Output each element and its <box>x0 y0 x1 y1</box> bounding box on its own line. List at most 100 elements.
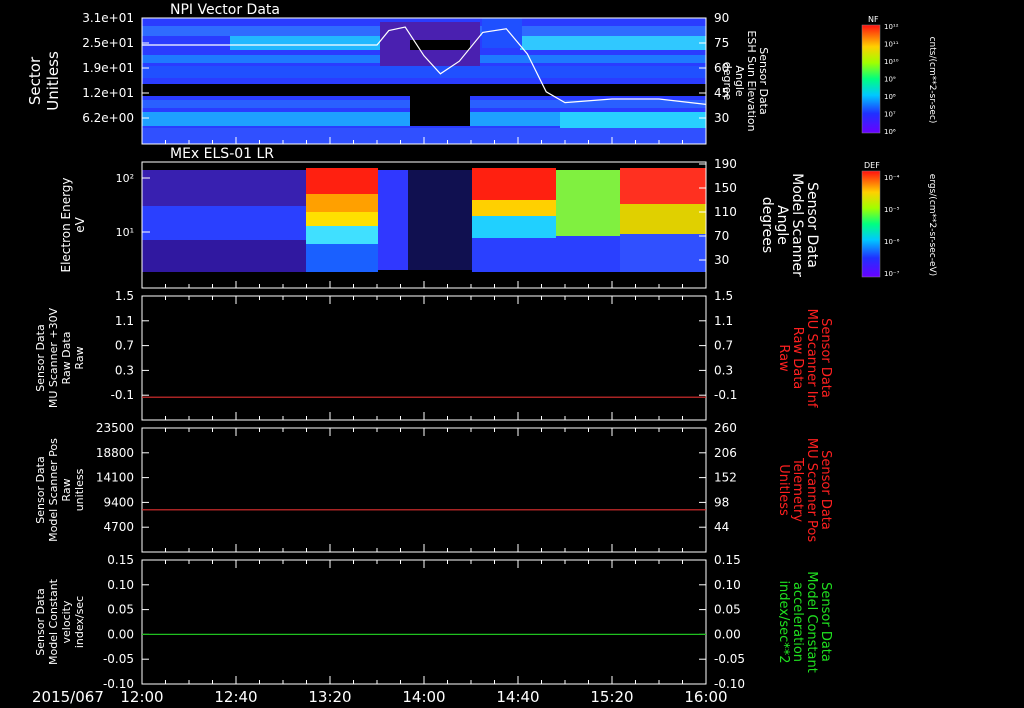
pos-ytick-left-1: 18800 <box>96 446 134 460</box>
time-tick-4: 14:40 <box>496 688 539 706</box>
pos-ytick-left-3: 9400 <box>103 495 134 509</box>
npi-title: NPI Vector Data <box>170 2 280 18</box>
npi-ytick-right-label-4: 30 <box>714 111 729 125</box>
mu_raw-ytick-left-2: 0.7 <box>115 339 134 353</box>
npi-colorbar-tick-label-0: 10¹² <box>884 23 899 31</box>
mu_raw-ytick-right-3: 0.3 <box>714 363 733 377</box>
els-ytick-left-1: 10¹ <box>116 226 134 239</box>
vel-ytick-left-1: 0.10 <box>107 578 134 592</box>
npi-colorbar-tick-label-6: 10⁶ <box>884 128 896 136</box>
vel-ylabel-left-0: Sensor Data <box>34 588 47 655</box>
els-ytick-left-0: 10² <box>116 172 134 185</box>
mu_raw-ytick-left-4: -0.1 <box>111 388 134 402</box>
pos-ylabel-right-1: MU Scanner Pos <box>804 438 819 543</box>
vel-ytick-left-0: 0.15 <box>107 553 134 567</box>
vel-ytick-right-1: 0.10 <box>714 578 741 592</box>
mu_raw-ytick-left-1: 1.1 <box>115 314 134 328</box>
els-ylabel-left-2: eV <box>73 216 87 232</box>
els-ylabel-right-3: Angle <box>774 205 790 245</box>
els-ytick-right-label-4: 30 <box>714 253 729 267</box>
vel-ytick-left-2: 0.05 <box>107 603 134 617</box>
npi-ytick-left-label-4: 6.2e+00 <box>82 111 134 125</box>
els-colorbar-tick-label-0: 10⁻⁴ <box>884 174 900 182</box>
els-colorbar-tick-label-1: 10⁻⁵ <box>884 206 900 214</box>
vel-ytick-right-2: 0.05 <box>714 603 741 617</box>
npi-ytick-right-label-1: 75 <box>714 36 729 50</box>
pos-ylabel-left-0: Sensor Data <box>34 456 47 523</box>
npi-ylabel-right-4: degree <box>721 62 734 101</box>
els-ytick-right-label-3: 70 <box>714 229 729 243</box>
els-colorbar-unit: ergs/(cm**2-sr-sec-eV) <box>927 174 937 276</box>
pos-ytick-right-3: 98 <box>714 495 729 509</box>
els-ylabel-right-1: Sensor Data <box>804 182 820 268</box>
els-ytick-right-label-0: 190 <box>714 157 737 171</box>
vel-ylabel-right-2: acceleration <box>790 582 805 662</box>
vel-ytick-right-3: 0.00 <box>714 627 741 641</box>
vel-ylabel-right-3: index/sec**2 <box>776 580 791 663</box>
time-tick-5: 15:20 <box>590 688 633 706</box>
vel-ytick-right-0: 0.15 <box>714 553 741 567</box>
pos-ylabel-left-3: unitless <box>73 468 86 511</box>
els-colorbar-tick-label-3: 10⁻⁷ <box>884 270 900 278</box>
vel-ylabel-left-3: index/sec <box>73 596 86 648</box>
time-tick-2: 13:20 <box>308 688 351 706</box>
mu_raw-ylabel-right-1: MU Scanner Inf <box>804 309 819 408</box>
els-title: MEx ELS-01 LR <box>170 146 274 162</box>
npi-ytick-left-label-2: 1.9e+01 <box>82 61 134 75</box>
mu_raw-ylabel-left-2: Raw Data <box>60 332 73 385</box>
mu_raw-ytick-right-1: 1.1 <box>714 314 733 328</box>
pos-ytick-left-0: 23500 <box>96 421 134 435</box>
els-ytick-right-label-2: 110 <box>714 205 737 219</box>
mu_raw-ytick-right-2: 0.7 <box>714 339 733 353</box>
npi-ytick-left-label-3: 1.2e+01 <box>82 86 134 100</box>
npi-colorbar-tick-label-2: 10¹⁰ <box>884 58 899 66</box>
npi-spectrogram <box>142 18 706 144</box>
vel-ylabel-right-1: Model Constant <box>804 571 819 673</box>
mu_raw-ytick-left-0: 1.5 <box>115 289 134 303</box>
pos-ylabel-right-2: Telemetry <box>790 457 805 522</box>
mu_raw-ylabel-right-3: Raw <box>776 344 791 372</box>
mu_raw-ylabel-left-3: Raw <box>73 346 86 369</box>
pos-ytick-right-1: 206 <box>714 446 737 460</box>
time-tick-3: 14:00 <box>402 688 445 706</box>
els-spectrogram <box>142 162 706 288</box>
time-tick-6: 16:00 <box>684 688 727 706</box>
els-colorbar-label: DEF <box>864 161 880 170</box>
date-label: 2015/067 <box>32 688 104 706</box>
mu_raw-ytick-right-0: 1.5 <box>714 289 733 303</box>
els-colorbar-tick-label-2: 10⁻⁶ <box>884 238 900 246</box>
figure: NPI Vector Data 3.1e+01 2.5e+01 1.9e+01 1.2… <box>0 0 1024 708</box>
mu_raw-ytick-left-3: 0.3 <box>115 363 134 377</box>
pos-ytick-left-2: 14100 <box>96 471 134 485</box>
pos-ylabel-right-3: Unitless <box>776 464 791 516</box>
npi-colorbar-label: NF <box>868 15 879 24</box>
els-ylabel-right-4: degrees <box>759 197 775 253</box>
mu_raw-ytick-right-4: -0.1 <box>714 388 737 402</box>
vel-ylabel-left-1: Model Constant <box>47 578 60 665</box>
vel-ylabel-right-0: Sensor Data <box>818 582 833 662</box>
els-ytick-right-label-1: 150 <box>714 181 737 195</box>
els-ylabel-left-1: Electron Energy <box>59 177 73 272</box>
npi-colorbar-tick-label-4: 10⁸ <box>884 93 896 101</box>
mu_raw-ylabel-right-2: Raw Data <box>790 327 805 390</box>
vel-ylabel-left-2: velocity <box>60 600 73 643</box>
npi-colorbar-tick-label-1: 10¹¹ <box>884 41 899 49</box>
pos-ytick-right-0: 260 <box>714 421 737 435</box>
npi-colorbar-tick-label-5: 10⁷ <box>884 111 896 119</box>
vel-ytick-right-4: -0.05 <box>714 652 745 666</box>
npi-colorbar-unit: cnts/(cm**2-sr-sec) <box>927 37 937 124</box>
pos-ylabel-left-2: Raw <box>60 478 73 501</box>
pos-ytick-right-2: 152 <box>714 471 737 485</box>
els-ylabel-right-2: Model Scanner <box>789 173 805 277</box>
time-tick-0: 12:00 <box>120 688 163 706</box>
npi-ylabel-left-2: Unitless <box>44 51 62 111</box>
npi-ylabel-left-1: Sector <box>26 56 44 105</box>
pos-ylabel-right-0: Sensor Data <box>818 450 833 530</box>
npi-ytick-right-label-0: 90 <box>714 11 729 25</box>
pos-ytick-left-4: 4700 <box>103 520 134 534</box>
vel-ytick-left-3: 0.00 <box>107 627 134 641</box>
pos-ylabel-left-1: Model Scanner Pos <box>47 438 60 542</box>
mu_raw-ylabel-left-1: MU Scanner +30V <box>47 307 60 408</box>
mu_raw-ylabel-left-0: Sensor Data <box>34 324 47 391</box>
vel-ytick-left-4: -0.05 <box>103 652 134 666</box>
